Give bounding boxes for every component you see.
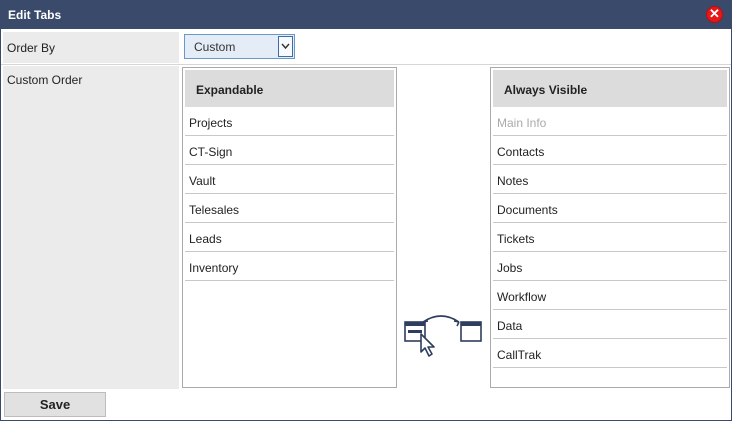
- list-item-leads[interactable]: Leads: [185, 223, 394, 252]
- list-item-telesales[interactable]: Telesales: [185, 194, 394, 223]
- chevron-down-icon[interactable]: [278, 36, 293, 57]
- save-button[interactable]: Save: [4, 392, 106, 417]
- list-item-main-info: Main Info: [493, 107, 727, 136]
- list-item-label: Telesales: [189, 203, 240, 217]
- title-bar: Edit Tabs ✕: [1, 1, 731, 29]
- list-item-label: Inventory: [189, 261, 239, 275]
- list-item-documents[interactable]: Documents: [493, 194, 727, 223]
- row-divider: [1, 64, 731, 65]
- list-item-label: Tickets: [497, 232, 535, 246]
- list-item-label: Contacts: [497, 145, 545, 159]
- expandable-heading: Expandable: [196, 83, 264, 97]
- list-item-label: CT-Sign: [189, 145, 233, 159]
- custom-order-label: Custom Order: [7, 73, 83, 87]
- list-item-jobs[interactable]: Jobs: [493, 252, 727, 281]
- always-visible-heading: Always Visible: [504, 83, 588, 97]
- list-item-contacts[interactable]: Contacts: [493, 136, 727, 165]
- list-item-calltrak[interactable]: CallTrak: [493, 339, 727, 368]
- list-item-label: Main Info: [497, 116, 547, 130]
- list-item-label: Projects: [189, 116, 233, 130]
- list-item-notes[interactable]: Notes: [493, 165, 727, 194]
- list-item-data[interactable]: Data: [493, 310, 727, 339]
- edit-tabs-dialog: Edit Tabs ✕ Order By Custom Custom Order…: [0, 0, 732, 421]
- order-by-selected-value: Custom: [194, 40, 236, 54]
- list-item-label: Workflow: [497, 290, 547, 304]
- list-item-label: Data: [497, 319, 523, 333]
- order-by-select[interactable]: Custom: [184, 34, 295, 59]
- list-item-label: Documents: [497, 203, 558, 217]
- list-item-label: Jobs: [497, 261, 523, 275]
- drag-swap-icon: [404, 315, 482, 357]
- list-item-tickets[interactable]: Tickets: [493, 223, 727, 252]
- list-item-projects[interactable]: Projects: [185, 107, 394, 136]
- order-by-label: Order By: [7, 41, 56, 55]
- list-item-vault[interactable]: Vault: [185, 165, 394, 194]
- dialog-title: Edit Tabs: [8, 8, 62, 22]
- list-item-label: Notes: [497, 174, 529, 188]
- list-item-label: CallTrak: [497, 348, 542, 362]
- list-item-inventory[interactable]: Inventory: [185, 252, 394, 281]
- close-icon[interactable]: ✕: [706, 6, 723, 23]
- list-item-label: Vault: [189, 174, 216, 188]
- list-item-label: Leads: [189, 232, 222, 246]
- custom-order-label-cell: Custom Order: [3, 66, 179, 389]
- expandable-list-header: Expandable: [185, 70, 394, 107]
- always-visible-list-header: Always Visible: [493, 70, 727, 107]
- order-by-label-cell: Order By: [3, 32, 179, 63]
- list-item-ct-sign[interactable]: CT-Sign: [185, 136, 394, 165]
- expandable-list[interactable]: Expandable Projects CT-Sign Vault Telesa…: [182, 67, 397, 388]
- list-item-workflow[interactable]: Workflow: [493, 281, 727, 310]
- always-visible-list[interactable]: Always Visible Main Info Contacts Notes …: [490, 67, 730, 388]
